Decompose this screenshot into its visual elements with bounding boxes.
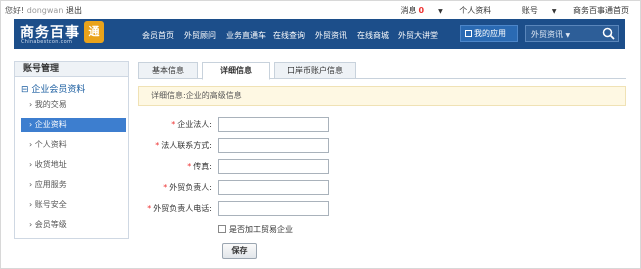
search-icon[interactable]: [602, 27, 615, 40]
chevron-right-icon: ›: [29, 200, 33, 209]
greeting-text: 您好!: [5, 6, 25, 15]
field-label: * 法人联系方式:: [155, 140, 212, 151]
tab-detailed-info[interactable]: 详细信息: [202, 62, 270, 80]
sidebar-item-shipping-address[interactable]: › 收货地址: [21, 158, 126, 172]
sidebar-item-member-level[interactable]: › 会员等级: [21, 218, 126, 232]
nav-item-trade-news[interactable]: 外贸资讯: [315, 30, 347, 41]
chevron-right-icon: ›: [29, 180, 33, 189]
form-row-trade-manager: * 外贸负责人:: [138, 180, 338, 195]
chevron-right-icon: ›: [29, 120, 33, 129]
top-links: 消息 0 ▼ 个人资料 账号 ▼ 商务百事通首页: [373, 5, 629, 16]
chevron-down-icon: ▼: [438, 8, 443, 15]
sidebar-item-label: 账号安全: [34, 200, 67, 209]
trade-manager-phone-input[interactable]: [218, 201, 329, 216]
required-mark: *: [187, 162, 192, 171]
apps-icon: [465, 30, 472, 37]
sidebar-item-label: 收货地址: [34, 160, 67, 169]
logo-text-en: Chinabestcon.com: [21, 39, 73, 45]
sidebar-item-my-trades[interactable]: › 我的交易: [21, 98, 126, 112]
sidebar-item-app-services[interactable]: › 应用服务: [21, 178, 126, 192]
logout-link[interactable]: 退出: [66, 6, 82, 15]
info-notice: 详细信息:企业的高级信息: [138, 86, 626, 106]
search-box[interactable]: 外贸资讯 ▼: [525, 25, 619, 42]
sidebar-group-label: 企业会员资料: [31, 85, 86, 95]
nav-item-trade-lecture[interactable]: 外贸大讲堂: [398, 30, 438, 41]
field-label-text: 外贸负责人电话:: [153, 204, 212, 213]
form-row-fax: * 传真:: [138, 159, 338, 174]
top-utility-bar: 您好! dongwan 退出 消息 0 ▼ 个人资料 账号 ▼ 商务百事通首页: [1, 1, 639, 18]
sidebar-item-personal-profile[interactable]: › 个人资料: [21, 138, 126, 152]
trade-manager-input[interactable]: [218, 180, 329, 195]
account-menu[interactable]: 账号 ▼: [508, 6, 557, 15]
sidebar-item-label: 会员等级: [34, 220, 67, 229]
legal-rep-input[interactable]: [218, 117, 329, 132]
account-sidebar: 账号管理 ⊟ 企业会员资料 › 我的交易 › 企业资料 › 个人资料 › 收货地…: [14, 61, 129, 239]
sidebar-item-account-security[interactable]: › 账号安全: [21, 198, 126, 212]
form-row-legal-rep-contact: * 法人联系方式:: [138, 138, 338, 153]
legal-rep-contact-input[interactable]: [218, 138, 329, 153]
field-label: * 企业法人:: [171, 119, 212, 130]
sidebar-item-label: 企业资料: [34, 120, 67, 129]
chevron-down-icon: ▼: [565, 32, 571, 39]
chevron-right-icon: ›: [29, 140, 33, 149]
chevron-right-icon: ›: [29, 100, 33, 109]
messages-link[interactable]: 消息 0 ▼: [387, 6, 443, 15]
field-label: * 传真:: [187, 161, 212, 172]
tab-basic-info[interactable]: 基本信息: [138, 62, 198, 79]
required-mark: *: [163, 183, 168, 192]
field-label-text: 法人联系方式:: [161, 141, 212, 150]
save-button[interactable]: 保存: [222, 243, 257, 259]
chevron-down-icon: ▼: [551, 8, 557, 15]
sidebar-item-company-profile[interactable]: › 企业资料: [21, 118, 126, 132]
fax-input[interactable]: [218, 159, 329, 174]
nav-item-business-express[interactable]: 业务直通车: [226, 30, 266, 41]
sidebar-title: 账号管理: [15, 62, 128, 77]
field-label-text: 传真:: [193, 162, 212, 171]
search-scope-label: 外贸资讯: [531, 30, 563, 39]
field-label: * 外贸负责人:: [163, 182, 212, 193]
messages-count: 0: [418, 6, 425, 15]
field-label: * 外贸负责人电话:: [147, 203, 212, 214]
required-mark: *: [147, 204, 152, 213]
tab-port-currency-account[interactable]: 口岸币账户信息: [274, 62, 356, 79]
my-apps-label: 我的应用: [474, 29, 506, 38]
required-mark: *: [171, 120, 176, 129]
home-link[interactable]: 商务百事通首页: [573, 6, 629, 15]
nav-item-online-query[interactable]: 在线查询: [273, 30, 305, 41]
field-label-text: 企业法人:: [177, 120, 212, 129]
messages-label: 消息: [400, 6, 417, 15]
checkbox-label: 是否加工贸易企业: [229, 225, 293, 234]
nav-item-trade-advisor[interactable]: 外贸顾问: [184, 30, 216, 41]
sidebar-item-label: 个人资料: [34, 140, 67, 149]
site-logo[interactable]: 商务百事 Chinabestcon.com 通: [20, 21, 104, 47]
nav-item-member-home[interactable]: 会员首页: [142, 30, 174, 41]
sidebar-group[interactable]: ⊟ 企业会员资料: [21, 82, 85, 95]
processing-trade-checkbox[interactable]: 是否加工贸易企业: [218, 224, 293, 235]
main-navbar: 商务百事 Chinabestcon.com 通 会员首页 外贸顾问 业务直通车 …: [14, 19, 625, 49]
sidebar-item-label: 我的交易: [34, 100, 67, 109]
personal-link[interactable]: 个人资料: [459, 6, 491, 15]
nav-item-online-mall[interactable]: 在线商城: [357, 30, 389, 41]
account-label: 账号: [521, 6, 538, 15]
logo-badge: 通: [84, 21, 104, 43]
checkbox-box[interactable]: [218, 225, 226, 233]
my-apps-button[interactable]: 我的应用: [460, 25, 518, 42]
field-label-text: 外贸负责人:: [169, 183, 212, 192]
search-scope-select[interactable]: 外贸资讯 ▼: [531, 29, 570, 40]
required-mark: *: [155, 141, 160, 150]
username: dongwan: [26, 6, 64, 15]
user-greeting: 您好! dongwan 退出: [5, 5, 82, 16]
form-row-legal-rep: * 企业法人:: [138, 117, 338, 132]
sidebar-item-label: 应用服务: [34, 180, 67, 189]
form-row-trade-manager-phone: * 外贸负责人电话:: [138, 201, 338, 216]
chevron-right-icon: ›: [29, 160, 33, 169]
profile-tabs: 基本信息 详细信息 口岸币账户信息: [138, 62, 626, 80]
chevron-right-icon: ›: [29, 220, 33, 229]
collapse-icon: ⊟: [21, 85, 29, 95]
